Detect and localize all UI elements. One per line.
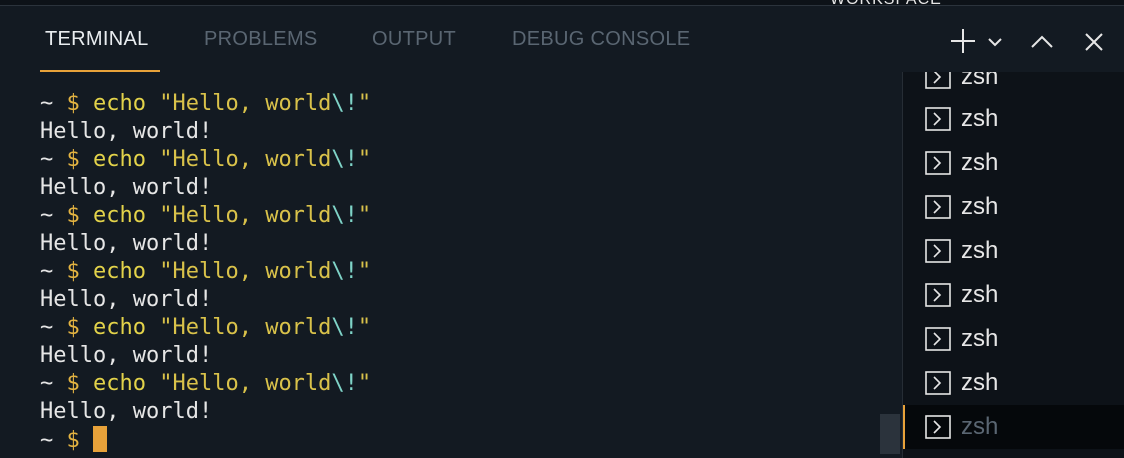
command-string: "Hello, world — [159, 203, 332, 228]
new-terminal-button[interactable] — [948, 26, 978, 56]
terminal-icon — [925, 327, 951, 351]
command-line: ~ $ echo "Hello, world\!" — [40, 314, 900, 342]
terminal-list-label: zsh — [961, 105, 999, 132]
terminal-dropdown-button[interactable] — [984, 32, 1006, 52]
command-name: echo — [93, 315, 146, 340]
chevron-down-icon — [988, 38, 1002, 47]
command-string-end: " — [357, 91, 372, 116]
escape-sequence: \! — [331, 147, 358, 172]
command-string: "Hello, world — [159, 259, 332, 284]
output-line: Hello, world! — [40, 119, 213, 144]
command-line: ~ $ echo "Hello, world\!" — [40, 90, 900, 118]
command-string: "Hello, world — [159, 147, 332, 172]
tab-output[interactable]: OUTPUT — [372, 28, 456, 51]
command-string: "Hello, world — [159, 91, 332, 116]
output-line: Hello, world! — [40, 399, 213, 424]
command-string-end: " — [357, 371, 372, 396]
terminal-cursor — [93, 426, 107, 452]
output-line: Hello, world! — [40, 343, 213, 368]
terminal-icon — [925, 72, 951, 89]
terminal-list-item[interactable]: zsh — [903, 229, 1124, 273]
terminal-icon — [925, 283, 951, 307]
current-prompt-line[interactable]: ~ $ — [40, 426, 900, 454]
prompt-tilde: ~ — [40, 91, 54, 116]
prompt-tilde: ~ — [40, 315, 54, 340]
close-panel-button[interactable] — [1080, 28, 1108, 56]
terminal-scrollbar-thumb[interactable] — [880, 414, 900, 454]
command-string-end: " — [357, 315, 372, 340]
prompt-tilde: ~ — [40, 371, 54, 396]
terminal-list-label: zsh — [961, 281, 999, 308]
prompt-dollar: $ — [66, 203, 80, 228]
terminal-list-label: zsh — [961, 369, 999, 396]
active-tab-indicator — [40, 70, 160, 72]
terminal-list-item[interactable]: zsh — [903, 97, 1124, 141]
terminal-list-label: zsh — [961, 149, 999, 176]
escape-sequence: \! — [331, 259, 358, 284]
terminal-list-label: zsh — [961, 72, 999, 90]
command-string: "Hello, world — [159, 315, 332, 340]
prompt-dollar: $ — [66, 371, 80, 396]
terminal-list-item[interactable]: zsh — [903, 141, 1124, 185]
terminal-list-label: zsh — [961, 413, 999, 440]
terminal-list-item[interactable]: zsh — [903, 317, 1124, 361]
output-line: Hello, world! — [40, 287, 213, 312]
terminal-list-item-selected[interactable]: zsh — [903, 405, 1124, 449]
output-line: Hello, world! — [40, 231, 213, 256]
command-name: echo — [93, 203, 146, 228]
escape-sequence: \! — [331, 315, 358, 340]
command-string-end: " — [357, 259, 372, 284]
prompt-tilde: ~ — [40, 203, 54, 228]
prompt-dollar: $ — [66, 259, 80, 284]
command-string: "Hello, world — [159, 371, 332, 396]
terminal-list-label: zsh — [961, 193, 999, 220]
command-string-end: " — [357, 203, 372, 228]
terminal-icon — [925, 107, 951, 131]
terminal-icon — [925, 415, 951, 439]
escape-sequence: \! — [331, 371, 358, 396]
terminal-list-item[interactable]: zsh — [903, 72, 1124, 99]
terminal-list-item[interactable]: zsh — [903, 185, 1124, 229]
command-name: echo — [93, 147, 146, 172]
terminal-list-label: zsh — [961, 237, 999, 264]
chevron-up-icon — [1031, 35, 1053, 48]
command-line: ~ $ echo "Hello, world\!" — [40, 146, 900, 174]
command-line: ~ $ echo "Hello, world\!" — [40, 370, 900, 398]
prompt-dollar: $ — [66, 91, 80, 116]
plus-icon — [951, 29, 975, 53]
terminal-icon — [925, 239, 951, 263]
tab-terminal[interactable]: TERMINAL — [45, 28, 149, 51]
command-name: echo — [93, 259, 146, 284]
terminal-icon — [925, 371, 951, 395]
escape-sequence: \! — [331, 91, 358, 116]
maximize-panel-button[interactable] — [1028, 28, 1056, 54]
tab-problems[interactable]: PROBLEMS — [204, 28, 318, 51]
command-name: echo — [93, 91, 146, 116]
terminal-icon — [925, 151, 951, 175]
tab-debug-console[interactable]: DEBUG CONSOLE — [512, 28, 690, 51]
terminal-list-label: zsh — [961, 325, 999, 352]
terminal-list-item[interactable]: zsh — [903, 361, 1124, 405]
close-icon — [1085, 33, 1103, 51]
panel-tab-bar: TERMINAL PROBLEMS OUTPUT DEBUG CONSOLE — [0, 6, 1124, 72]
prompt-dollar: $ — [66, 147, 80, 172]
terminal-icon — [925, 195, 951, 219]
prompt-dollar: $ — [66, 315, 80, 340]
terminal-list: zsh zsh zsh zsh zsh zsh zsh zsh zsh — [902, 72, 1124, 458]
command-line: ~ $ echo "Hello, world\!" — [40, 258, 900, 286]
prompt-tilde: ~ — [40, 259, 54, 284]
output-line: Hello, world! — [40, 175, 213, 200]
terminal-list-item[interactable]: zsh — [903, 273, 1124, 317]
terminal-output[interactable]: ~ $ echo "Hello, world\!" Hello, world! … — [40, 90, 900, 454]
command-name: echo — [93, 371, 146, 396]
prompt-tilde: ~ — [40, 147, 54, 172]
prompt-tilde: ~ — [40, 428, 54, 453]
command-string-end: " — [357, 147, 372, 172]
prompt-dollar: $ — [66, 428, 80, 453]
escape-sequence: \! — [331, 203, 358, 228]
command-line: ~ $ echo "Hello, world\!" — [40, 202, 900, 230]
